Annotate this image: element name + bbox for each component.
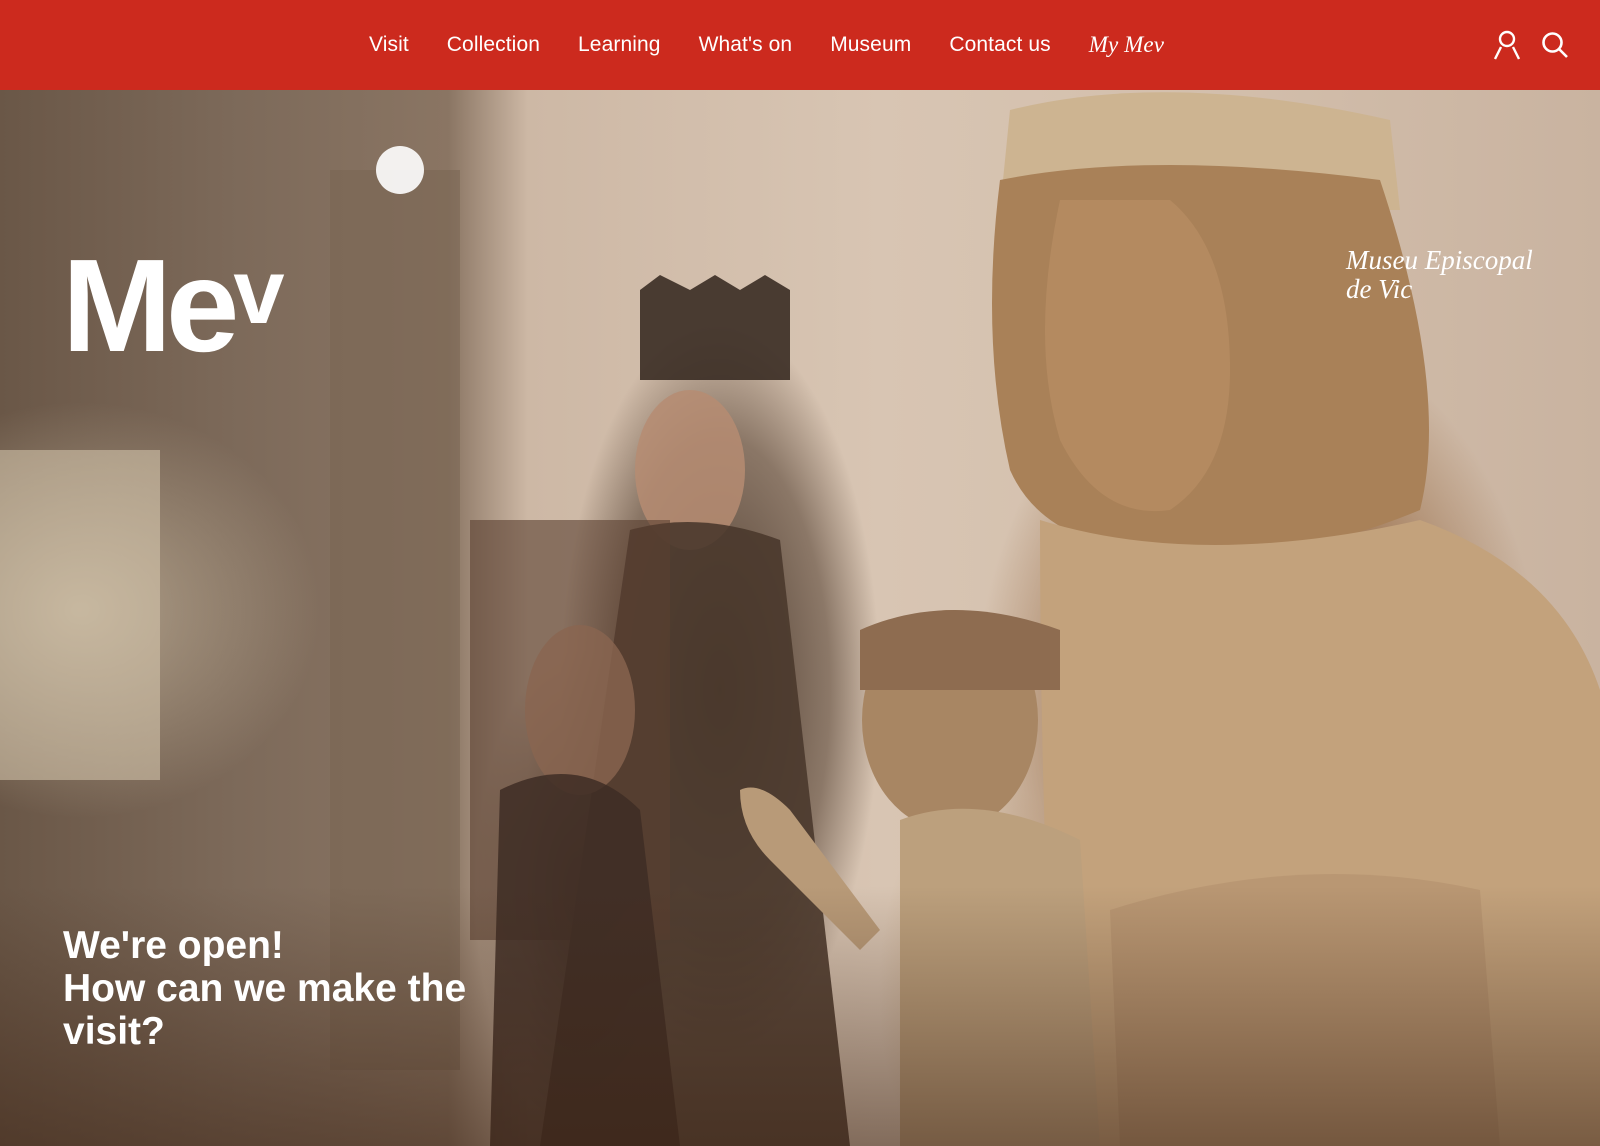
nav-item-whats-on[interactable]: What's on (680, 33, 812, 57)
headline-line2: How can we make the (63, 967, 467, 1010)
museum-full-name: Museu Episcopal de Vic (1346, 246, 1576, 304)
user-icon[interactable] (1492, 30, 1522, 60)
nav-icon-group (1492, 0, 1570, 90)
nav-item-museum[interactable]: Museum (811, 33, 930, 57)
museum-name-line2: de Vic (1346, 274, 1413, 304)
logo-text: Me (62, 232, 239, 379)
mev-logo[interactable]: Mev (62, 240, 285, 372)
nav-item-contact-us[interactable]: Contact us (930, 33, 1069, 57)
museum-name-line1: Museu Episcopal (1346, 245, 1533, 275)
nav-item-my-mev[interactable]: My Mev (1070, 32, 1183, 58)
nav-item-learning[interactable]: Learning (559, 33, 680, 57)
headline-line1: We're open! (63, 924, 284, 967)
hero-headline: We're open! How can we make the visit? (63, 924, 533, 1053)
main-menu: Visit Collection Learning What's on Muse… (350, 0, 1183, 90)
nav-item-collection[interactable]: Collection (428, 33, 559, 57)
logo-text-v: v (233, 241, 285, 343)
headline-line3: visit? (63, 1010, 165, 1053)
hero-banner: Mev Museu Episcopal de Vic We're open! H… (0, 90, 1600, 1146)
nav-item-visit[interactable]: Visit (350, 33, 428, 57)
search-icon[interactable] (1540, 30, 1570, 60)
top-navigation-bar: Visit Collection Learning What's on Muse… (0, 0, 1600, 90)
